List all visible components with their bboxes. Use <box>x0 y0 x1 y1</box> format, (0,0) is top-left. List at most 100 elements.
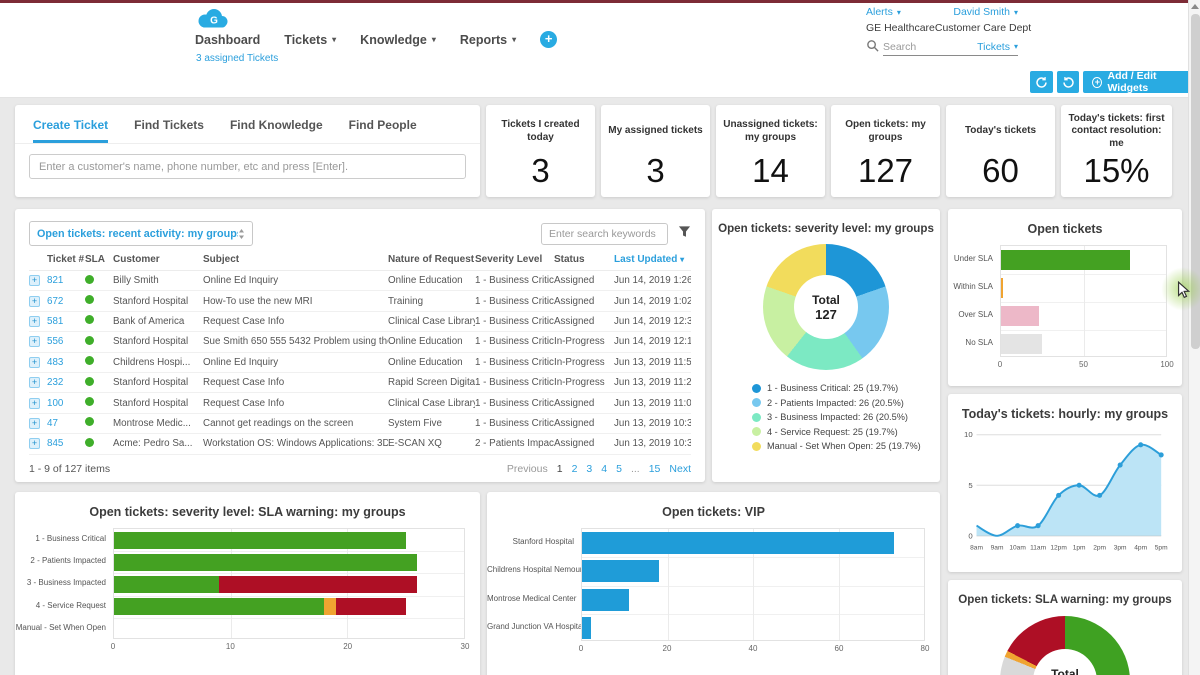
severity-donut-chart[interactable]: Total 127 <box>763 244 889 370</box>
table-row[interactable]: +821Billy SmithOnline Ed InquiryOnline E… <box>29 271 691 291</box>
expand-row-button[interactable]: + <box>29 296 40 307</box>
report-view-select[interactable]: Open tickets: recent activity: my groups <box>29 221 253 246</box>
nature-cell: Online Education <box>388 275 475 286</box>
col-customer[interactable]: Customer <box>113 254 203 265</box>
col-ticket[interactable]: Ticket # <box>47 254 85 265</box>
vip-bar-chart[interactable]: Stanford HospitalChildrens Hospital Nemo… <box>487 528 940 654</box>
legend-item[interactable]: 2 - Patients Impacted: 26 (20.5%) <box>752 398 940 408</box>
bar-segment <box>582 532 894 554</box>
table-row[interactable]: +232Stanford HospitalRequest Case InfoRa… <box>29 373 691 393</box>
table-row[interactable]: +845Acme: Pedro Sa...Workstation OS: Win… <box>29 434 691 454</box>
nav-tickets[interactable]: Tickets▾ <box>284 33 336 47</box>
search-scope-select[interactable]: Tickets▾ <box>977 41 1018 53</box>
refresh-button[interactable] <box>1030 71 1053 93</box>
svg-text:10: 10 <box>964 430 973 439</box>
kpi-first-contact-resolution[interactable]: Today's tickets: first contact resolutio… <box>1061 105 1172 197</box>
ticket-number-link[interactable]: 556 <box>47 336 85 347</box>
page-number-button[interactable]: 5 <box>616 463 622 475</box>
svg-text:10am: 10am <box>1009 544 1026 551</box>
assigned-tickets-link[interactable]: 3 assigned Tickets <box>196 53 278 64</box>
scroll-up-arrow-icon[interactable] <box>1191 4 1199 9</box>
page-number-button[interactable]: 15 <box>649 463 661 475</box>
add-menu-button[interactable]: + <box>540 31 557 48</box>
nav-dashboard[interactable]: Dashboard <box>195 33 260 47</box>
expand-row-button[interactable]: + <box>29 336 40 347</box>
table-row[interactable]: +581Bank of AmericaRequest Case InfoClin… <box>29 312 691 332</box>
kpi-unassigned-tickets[interactable]: Unassigned tickets: my groups 14 <box>716 105 825 197</box>
table-row[interactable]: +672Stanford HospitalHow-To use the new … <box>29 291 691 311</box>
col-sla[interactable]: SLA <box>85 254 113 265</box>
tab-find-people[interactable]: Find People <box>349 118 417 143</box>
kpi-tickets-created-today[interactable]: Tickets I created today 3 <box>486 105 595 197</box>
table-search-input[interactable] <box>541 223 668 245</box>
customer-lookup-input[interactable] <box>29 154 466 179</box>
col-last-updated[interactable]: Last Updated ▾ <box>614 254 691 265</box>
chart-title: Open tickets: SLA warning: my groups <box>948 580 1182 606</box>
tab-create-ticket[interactable]: Create Ticket <box>33 118 108 143</box>
ticket-number-link[interactable]: 483 <box>47 357 85 368</box>
page-number-current[interactable]: 1 <box>557 463 563 475</box>
page-number-button[interactable]: 4 <box>601 463 607 475</box>
page-number-button[interactable]: 2 <box>572 463 578 475</box>
category-label: 2 - Patients Impacted <box>15 550 113 572</box>
tab-find-tickets[interactable]: Find Tickets <box>134 118 204 143</box>
page-scrollbar[interactable] <box>1188 0 1200 675</box>
ticket-number-link[interactable]: 581 <box>47 316 85 327</box>
expand-row-button[interactable]: + <box>29 275 40 286</box>
severity-sla-warning-chart[interactable]: 1 - Business Critical2 - Patients Impact… <box>15 528 480 652</box>
expand-row-button[interactable]: + <box>29 418 40 429</box>
expand-row-button[interactable]: + <box>29 398 40 409</box>
hourly-area-chart[interactable]: 05108am9am10am11am12pm1pm2pm3pm4pm5pm <box>954 425 1176 568</box>
expand-row-button[interactable]: + <box>29 438 40 449</box>
expand-row-button[interactable]: + <box>29 357 40 368</box>
legend-item[interactable]: 3 - Business Impacted: 26 (20.5%) <box>752 412 940 422</box>
open-tickets-bar-chart[interactable]: Under SLAWithin SLAOver SLANo SLA 050100 <box>948 245 1182 370</box>
alerts-menu[interactable]: Alerts▾ <box>866 6 901 18</box>
customer-cell: Stanford Hospital <box>113 377 203 388</box>
ticket-number-link[interactable]: 232 <box>47 377 85 388</box>
add-edit-widgets-button[interactable]: + Add / Edit Widgets <box>1083 71 1200 93</box>
col-status[interactable]: Status <box>554 254 614 265</box>
filter-icon[interactable] <box>678 225 691 243</box>
legend-item[interactable]: 1 - Business Critical: 25 (19.7%) <box>752 383 940 393</box>
kpi-open-tickets-my-groups[interactable]: Open tickets: my groups 127 <box>831 105 940 197</box>
bar-segment <box>219 576 417 593</box>
tab-find-knowledge[interactable]: Find Knowledge <box>230 118 323 143</box>
sla-warning-donut-chart[interactable]: Total 127 <box>1000 616 1130 675</box>
undo-button[interactable] <box>1057 71 1080 93</box>
ticket-number-link[interactable]: 100 <box>47 398 85 409</box>
col-subject[interactable]: Subject <box>203 254 388 265</box>
ticket-number-link[interactable]: 821 <box>47 275 85 286</box>
expand-row-button[interactable]: + <box>29 377 40 388</box>
axis-tick-label: 30 <box>461 642 470 651</box>
previous-page-button[interactable]: Previous <box>507 463 548 475</box>
legend-item[interactable]: Manual - Set When Open: 25 (19.7%) <box>752 441 940 451</box>
status-cell: Assigned <box>554 275 614 286</box>
kpi-my-assigned-tickets[interactable]: My assigned tickets 3 <box>601 105 710 197</box>
table-row[interactable]: +47Montrose Medic...Cannot get readings … <box>29 414 691 434</box>
col-nature[interactable]: Nature of Request <box>388 254 475 265</box>
ticket-number-link[interactable]: 845 <box>47 438 85 449</box>
table-row[interactable]: +556Stanford HospitalSue Smith 650 555 5… <box>29 332 691 352</box>
status-cell: Assigned <box>554 418 614 429</box>
nav-reports[interactable]: Reports▾ <box>460 33 516 47</box>
svg-text:5: 5 <box>968 481 972 490</box>
ticket-number-link[interactable]: 672 <box>47 296 85 307</box>
chart-title: Open tickets: severity level: my groups <box>712 209 940 235</box>
nav-knowledge[interactable]: Knowledge▾ <box>360 33 436 47</box>
user-menu[interactable]: David Smith▾ <box>953 6 1018 18</box>
scrollbar-thumb[interactable] <box>1191 14 1200 349</box>
next-page-button[interactable]: Next <box>669 463 691 475</box>
severity-sla-warning-widget: Open tickets: severity level: SLA warnin… <box>15 492 480 675</box>
kpi-todays-tickets[interactable]: Today's tickets 60 <box>946 105 1055 197</box>
table-row[interactable]: +483Childrens Hospi...Online Ed InquiryO… <box>29 353 691 373</box>
global-search-input[interactable] <box>883 41 953 53</box>
expand-row-button[interactable]: + <box>29 316 40 327</box>
col-severity[interactable]: Severity Level <box>475 254 554 265</box>
legend-item[interactable]: 4 - Service Request: 25 (19.7%) <box>752 427 940 437</box>
page-number-button[interactable]: 3 <box>586 463 592 475</box>
status-cell: In-Progress <box>554 336 614 347</box>
customer-cell: Bank of America <box>113 316 203 327</box>
table-row[interactable]: +100Stanford HospitalRequest Case InfoCl… <box>29 393 691 413</box>
ticket-number-link[interactable]: 47 <box>47 418 85 429</box>
